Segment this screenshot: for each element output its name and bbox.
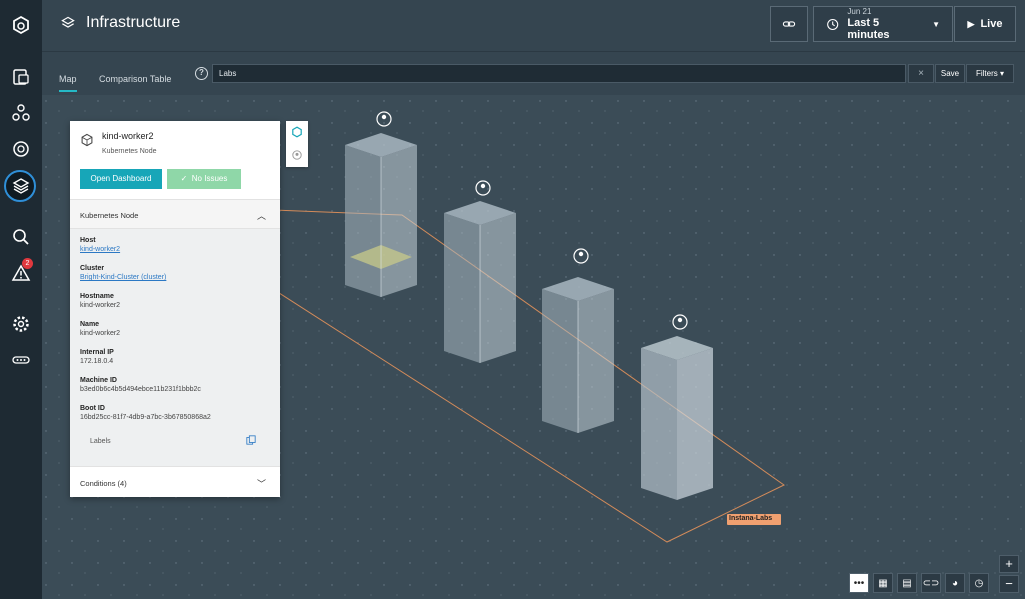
open-dashboard-button[interactable]: Open Dashboard (80, 169, 162, 189)
top-header: Infrastructure Jun 21 Last 5 minutes ▼ ▶… (42, 0, 1025, 52)
time-range-picker[interactable]: Jun 21 Last 5 minutes ▼ (813, 6, 953, 42)
prop-key-cluster: Cluster (80, 265, 105, 272)
no-issues-button[interactable]: ✓ No Issues (167, 169, 241, 189)
clock-icon (827, 18, 839, 30)
no-issues-label: No Issues (191, 174, 228, 183)
node-type: Kubernetes Node (102, 148, 157, 155)
help-icon[interactable]: ? (195, 67, 208, 80)
prop-value-name: kind-worker2 (80, 330, 121, 337)
prop-value-host-link[interactable]: kind-worker2 (80, 246, 120, 253)
kubernetes-node-icon (81, 133, 93, 147)
grid-view-button[interactable]: ▦ (873, 573, 893, 593)
analytics-search-icon[interactable] (10, 226, 32, 248)
website-monitoring-icon[interactable] (10, 66, 32, 88)
prop-key-boot-id: Boot ID (80, 405, 105, 412)
more-options-icon[interactable] (10, 349, 32, 371)
filters-button[interactable]: Filters ▾ (966, 64, 1014, 83)
prop-value-internal-ip: 172.18.0.4 (80, 358, 114, 365)
page-title-wrap: Infrastructure (60, 14, 180, 32)
more-view-options-button[interactable]: ••• (849, 573, 869, 593)
map-view-controls: ••• ▦ ▤ ⊂⊃ ◕ ◷ (849, 573, 989, 593)
conditions-label: Conditions (4) (80, 479, 127, 488)
checkmark-icon: ✓ (180, 174, 192, 183)
zone-label[interactable]: Instana-Labs (729, 515, 772, 522)
left-navigation: 2 (0, 0, 42, 599)
time-date: Jun 21 (847, 7, 872, 16)
chevron-down-icon: ﹀ (256, 479, 266, 489)
copy-icon[interactable] (246, 435, 256, 445)
prop-key-name: Name (80, 321, 100, 328)
save-button[interactable]: Save (935, 64, 965, 83)
node-layer-icon[interactable] (291, 126, 303, 138)
map-layer-toolbar (286, 121, 308, 167)
play-icon: ▶ (967, 18, 975, 29)
prop-value-boot-id: 16bd25cc-81f7-4db9-a7bc-3b67850868a2 (80, 414, 211, 421)
prop-key-host: Host (80, 237, 96, 244)
prop-key-internal-ip: Internal IP (80, 349, 114, 356)
time-range-label: Last 5 minutes (847, 17, 890, 41)
labels-row[interactable]: Labels (90, 438, 111, 445)
host-layer-icon[interactable] (291, 149, 303, 161)
kubernetes-node-section-header[interactable]: Kubernetes Node ︿ (70, 199, 280, 229)
platforms-icon[interactable] (10, 138, 32, 160)
prop-key-machine-id: Machine ID (80, 377, 117, 384)
infrastructure-title-icon (61, 16, 75, 28)
services-icon[interactable] (10, 102, 32, 124)
live-button[interactable]: ▶ Live (954, 6, 1016, 42)
search-input[interactable]: Labs (212, 64, 906, 83)
alert-count-badge: 2 (22, 258, 33, 269)
zoom-out-button[interactable]: − (999, 575, 1019, 593)
clear-search-button[interactable]: × (908, 64, 934, 83)
settings-gear-icon[interactable] (10, 313, 32, 335)
link-icon (782, 21, 796, 27)
timer-view-icon[interactable]: ◷ (969, 573, 989, 593)
tab-comparison-table[interactable]: Comparison Table (99, 74, 171, 90)
sub-header: Map Comparison Table ? Labs × Save Filte… (42, 52, 1025, 95)
node-properties: Host kind-worker2 Cluster Bright-Kind-Cl… (70, 229, 280, 466)
tab-map[interactable]: Map (59, 74, 77, 92)
instana-logo-icon[interactable] (10, 14, 32, 36)
prop-key-hostname: Hostname (80, 293, 114, 300)
time-range-text: Jun 21 Last 5 minutes (847, 7, 916, 41)
panel-header: kind-worker2 Kubernetes Node Open Dashbo… (70, 121, 280, 199)
node-details-panel: kind-worker2 Kubernetes Node Open Dashbo… (70, 121, 280, 497)
infrastructure-icon[interactable] (10, 175, 32, 197)
section-title: Kubernetes Node (80, 211, 139, 220)
node-name: kind-worker2 (102, 131, 154, 141)
pie-view-icon[interactable]: ◕ (945, 573, 965, 593)
prop-value-machine-id: b3ed0b6c4b5d494ebce11b231f1bbb2c (80, 386, 201, 393)
zoom-in-button[interactable]: + (999, 555, 1019, 573)
copy-link-button[interactable] (770, 6, 808, 42)
conditions-section-header[interactable]: Conditions (4) ﹀ (70, 466, 280, 497)
layout-view-button[interactable]: ▤ (897, 573, 917, 593)
page-title: Infrastructure (86, 14, 181, 31)
prop-value-hostname: kind-worker2 (80, 302, 121, 309)
live-label: Live (980, 18, 1003, 30)
tag-view-icon[interactable]: ⊂⊃ (921, 573, 941, 593)
caret-down-icon: ▼ (932, 19, 940, 29)
chevron-up-icon: ︿ (256, 211, 266, 221)
prop-value-cluster-link[interactable]: Bright-Kind-Cluster (cluster) (80, 274, 166, 281)
